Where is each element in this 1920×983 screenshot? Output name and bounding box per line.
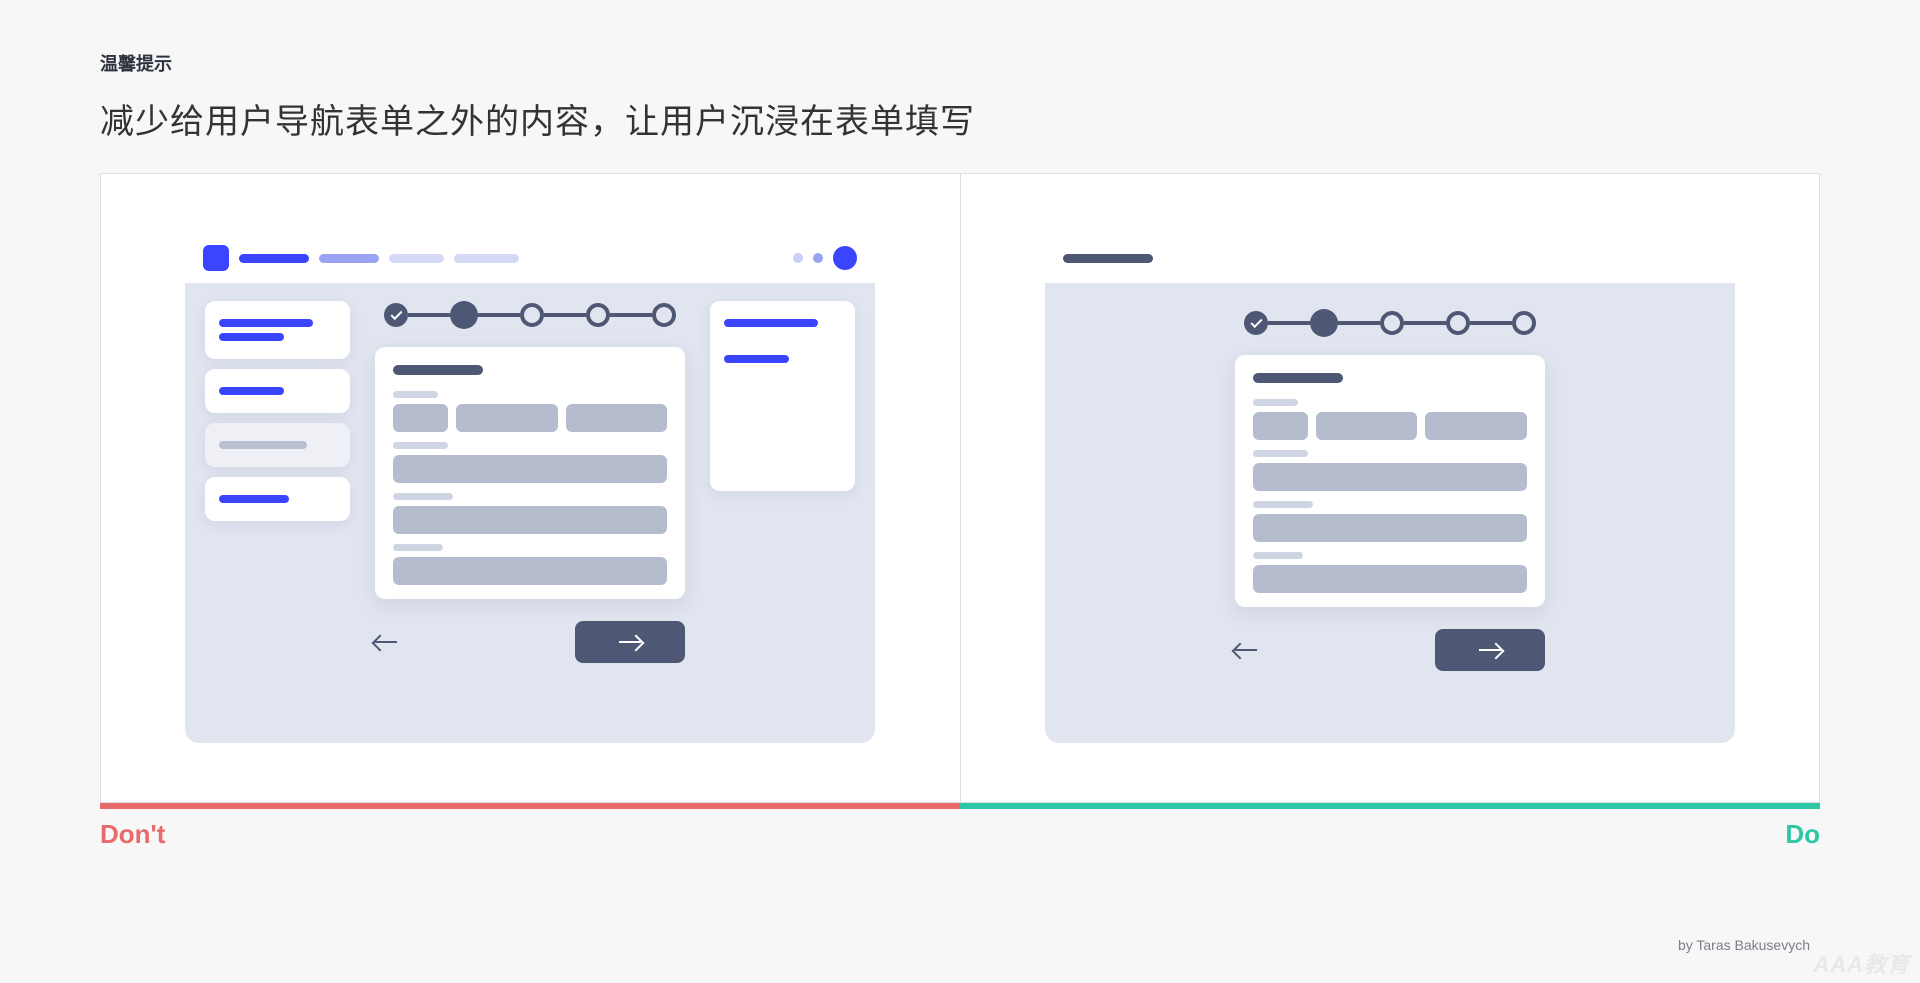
avatar-icon — [833, 246, 857, 270]
do-bar — [960, 803, 1820, 809]
do-wireframe-window — [1045, 233, 1735, 743]
form-field — [1425, 412, 1527, 440]
divider-bars — [100, 803, 1820, 809]
do-window-header — [1045, 233, 1735, 283]
nav-link — [239, 254, 309, 263]
form-field — [456, 404, 558, 432]
form-field — [1316, 412, 1418, 440]
sidebar-card — [710, 301, 855, 491]
dont-window-body — [185, 283, 875, 743]
right-sidebar — [710, 301, 855, 743]
eyebrow-label: 温馨提示 — [100, 50, 1820, 76]
arrow-right-icon — [619, 641, 641, 644]
form-title-placeholder — [393, 365, 483, 375]
sidebar-card — [205, 301, 350, 359]
byline-text: by Taras Bakusevych — [1678, 937, 1810, 953]
do-panel — [960, 174, 1820, 802]
center-column — [364, 301, 696, 743]
next-button[interactable] — [1435, 629, 1545, 671]
dont-wireframe-window — [185, 233, 875, 743]
arrow-left-icon — [375, 641, 397, 644]
form-field — [1253, 514, 1527, 542]
do-label: Do — [1785, 819, 1820, 850]
form-field — [393, 455, 667, 483]
watermark-text: AAA教育 — [1813, 947, 1910, 979]
sidebar-card — [205, 369, 350, 413]
step-indicator — [384, 301, 676, 329]
back-button[interactable] — [1235, 649, 1257, 652]
step-indicator — [1244, 309, 1536, 337]
step-todo-icon — [652, 303, 676, 327]
nav-link — [389, 254, 444, 263]
status-dot-icon — [813, 253, 823, 263]
dont-bar — [100, 803, 960, 809]
nav-link — [454, 254, 519, 263]
center-column — [1065, 309, 1715, 743]
step-done-icon — [1244, 311, 1268, 335]
sidebar-card — [205, 423, 350, 467]
form-field — [393, 404, 448, 432]
step-done-icon — [384, 303, 408, 327]
step-todo-icon — [1512, 311, 1536, 335]
step-current-icon — [450, 301, 478, 329]
step-todo-icon — [586, 303, 610, 327]
form-title-placeholder — [1253, 373, 1343, 383]
dont-label: Don't — [100, 819, 165, 850]
form-actions — [1235, 629, 1545, 671]
arrow-left-icon — [1235, 649, 1257, 652]
simple-logo-placeholder — [1063, 254, 1153, 263]
form-card — [375, 347, 685, 599]
form-field — [566, 404, 668, 432]
form-actions — [375, 621, 685, 663]
nav-link — [319, 254, 379, 263]
sidebar-card — [205, 477, 350, 521]
back-button[interactable] — [375, 641, 397, 644]
step-todo-icon — [1446, 311, 1470, 335]
dont-window-header — [185, 233, 875, 283]
left-sidebar — [205, 301, 350, 743]
do-window-body — [1045, 283, 1735, 743]
form-field — [393, 557, 667, 585]
arrow-right-icon — [1479, 649, 1501, 652]
comparison-panels — [100, 173, 1820, 803]
form-field — [1253, 463, 1527, 491]
step-todo-icon — [520, 303, 544, 327]
status-dot-icon — [793, 253, 803, 263]
form-field — [1253, 565, 1527, 593]
form-field — [1253, 412, 1308, 440]
form-field — [393, 506, 667, 534]
headline-text: 减少给用户导航表单之外的内容，让用户沉浸在表单填写 — [100, 94, 1820, 143]
dont-panel — [101, 174, 960, 802]
step-current-icon — [1310, 309, 1338, 337]
form-card — [1235, 355, 1545, 607]
logo-icon — [203, 245, 229, 271]
step-todo-icon — [1380, 311, 1404, 335]
next-button[interactable] — [575, 621, 685, 663]
